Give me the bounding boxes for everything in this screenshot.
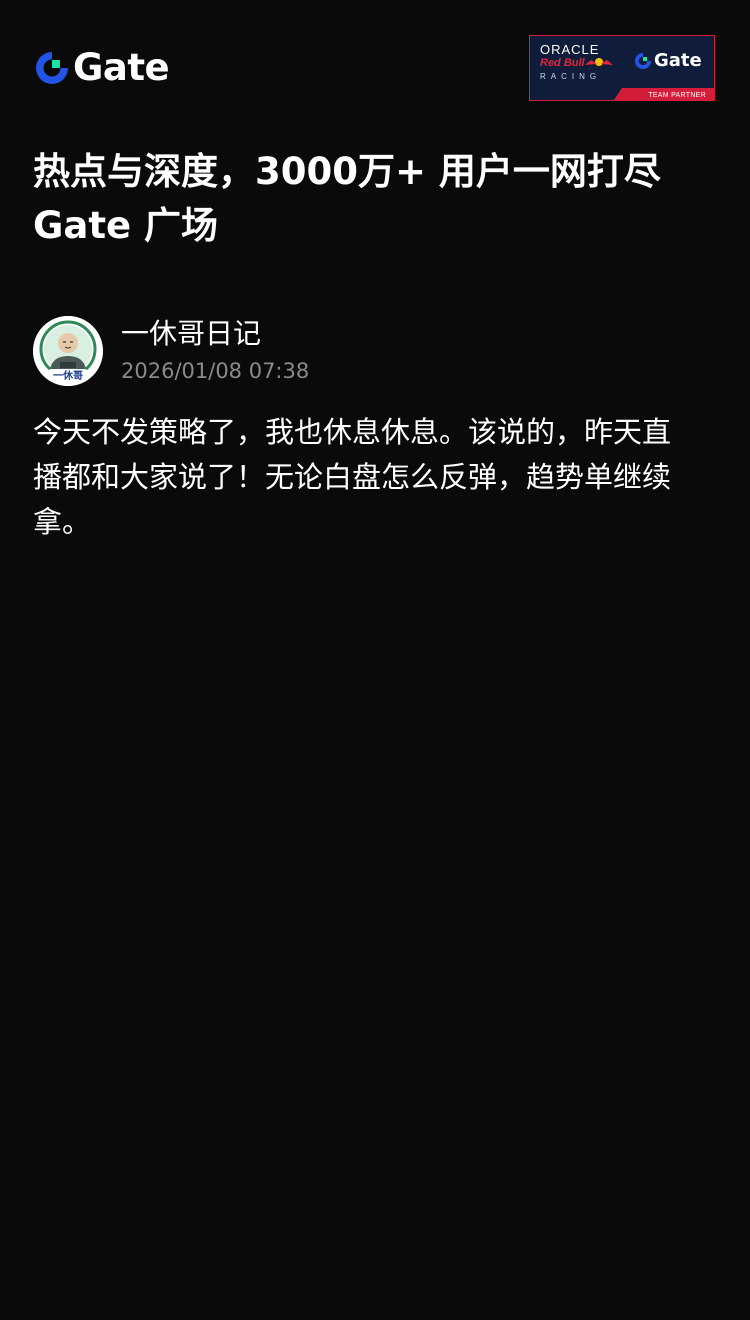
gate-logo-icon <box>635 52 651 69</box>
author-avatar[interactable]: 一休哥 <box>33 316 103 386</box>
post-body-line: 今天不发策略了，我也休息休息。该说的，昨天直 <box>33 415 672 449</box>
oracle-text: ORACLE <box>540 42 600 57</box>
brand-wordmark: Gate <box>73 46 170 89</box>
monk-avatar-icon: 一休哥 <box>33 316 103 386</box>
post-body-line: 播都和大家说了！无论白盘怎么反弹，趋势单继续 <box>33 460 672 494</box>
team-partner-text: TEAM PARTNER <box>648 92 706 99</box>
author-name[interactable]: 一休哥日记 <box>121 316 261 352</box>
post-body-line: 拿。 <box>33 505 92 539</box>
page-headline: 热点与深度，3000万+ 用户一网打尽 Gate 广场 <box>33 145 723 253</box>
post-timestamp: 2026/01/08 07:38 <box>121 359 310 383</box>
partner-gate-wordmark: Gate <box>654 50 702 71</box>
team-partner-banner[interactable]: ORACLE Red Bull RACING Gate TEAM PARTNER <box>529 35 715 101</box>
redbull-text: Red Bull <box>540 57 585 69</box>
racing-text: RACING <box>540 72 602 81</box>
gate-brand-logo[interactable]: Gate <box>34 46 170 89</box>
headline-line-1: 热点与深度，3000万+ 用户一网打尽 <box>33 150 661 193</box>
headline-line-2: Gate 广场 <box>33 204 218 247</box>
post-body: 今天不发策略了，我也休息休息。该说的，昨天直 播都和大家说了！无论白盘怎么反弹，… <box>33 410 713 545</box>
svg-text:一休哥: 一休哥 <box>53 369 83 382</box>
gate-logo-icon <box>36 52 68 84</box>
page-header: Gate ORACLE Red Bull RACING Gate TEAM PA… <box>0 0 750 120</box>
partner-gate-logo: Gate <box>634 50 702 71</box>
redbull-bulls-icon <box>585 58 613 66</box>
